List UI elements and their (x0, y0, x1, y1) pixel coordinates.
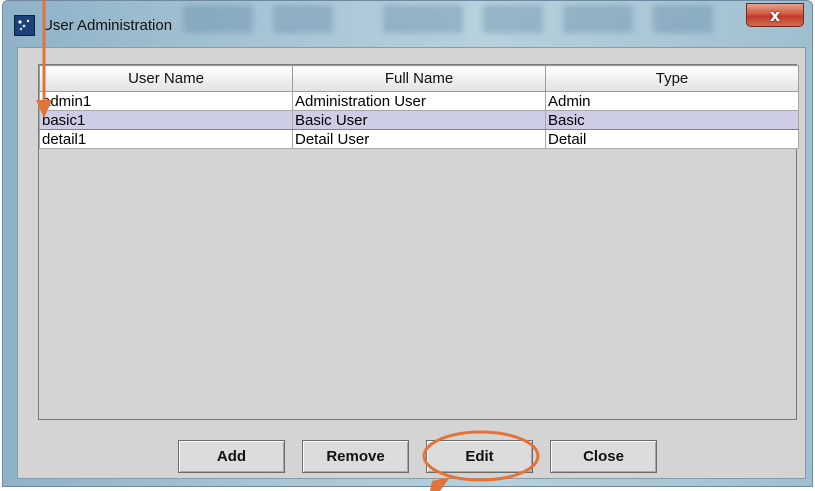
close-button[interactable]: Close (550, 440, 657, 473)
cell-full-name: Basic User (292, 110, 546, 130)
column-header-user-name[interactable]: User Name (39, 65, 293, 92)
cell-full-name: Administration User (292, 91, 546, 111)
cell-full-name: Detail User (292, 129, 546, 149)
column-header-type[interactable]: Type (545, 65, 799, 92)
background-blur (273, 5, 333, 33)
table-row[interactable]: detail1 Detail User Detail (39, 129, 799, 149)
dialog-content: User Name Full Name Type admin1 Administ… (17, 47, 806, 479)
background-blur (653, 5, 713, 33)
remove-button[interactable]: Remove (302, 440, 409, 473)
column-header-full-name[interactable]: Full Name (292, 65, 546, 92)
background-blur (563, 5, 633, 33)
add-button[interactable]: Add (178, 440, 285, 473)
window-close-button[interactable]: x (746, 3, 804, 27)
cell-type: Detail (545, 129, 799, 149)
table-header-row: User Name Full Name Type (39, 65, 799, 92)
window-title: User Administration (42, 17, 173, 34)
user-administration-window: User Administration x User Name Full Nam… (2, 0, 813, 487)
table-row-selected[interactable]: basic1 Basic User Basic (39, 110, 799, 130)
users-table: User Name Full Name Type admin1 Administ… (38, 64, 799, 420)
title-bar[interactable]: User Administration x (3, 1, 812, 47)
cell-type: Admin (545, 91, 799, 111)
close-icon: x (769, 5, 781, 25)
cell-type: Basic (545, 110, 799, 130)
table-row[interactable]: admin1 Administration User Admin (39, 91, 799, 111)
cell-user-name: detail1 (39, 129, 293, 149)
background-blur (483, 5, 543, 33)
cell-user-name: admin1 (39, 91, 293, 111)
edit-button[interactable]: Edit (426, 440, 533, 473)
app-icon (14, 15, 35, 36)
background-blur (383, 5, 463, 33)
cell-user-name: basic1 (39, 110, 293, 130)
background-blur (183, 5, 253, 33)
